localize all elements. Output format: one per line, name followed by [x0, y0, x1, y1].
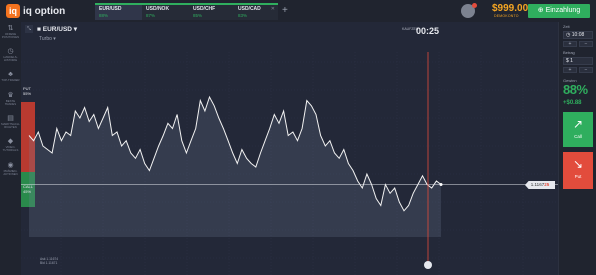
- put-sentiment-pct: 55%: [23, 91, 32, 96]
- logo[interactable]: iq iq option: [6, 4, 65, 18]
- app-window: iq iq option EUR/USD 88% ✕ USD/NOK 87% ✕…: [0, 0, 596, 275]
- asset-selector[interactable]: ■ EUR/USD ▾: [37, 25, 77, 33]
- time-decrease-button[interactable]: −: [579, 41, 593, 47]
- chart-down-icon: ↘: [572, 157, 584, 171]
- sidebar-item-best-trades[interactable]: ♛ BESTE TRADES: [0, 92, 21, 106]
- sidebar-item-history[interactable]: ◷ HANDELS-HISTORIE: [0, 48, 21, 62]
- sidebar-item-top-traders[interactable]: ♣ TOP-TRADER: [0, 71, 21, 82]
- put-button[interactable]: ↘ Put: [563, 152, 593, 189]
- sidebar-item-open-positions[interactable]: ⇅ OFFENE POSITIONEN: [0, 25, 21, 39]
- top-bar: iq iq option EUR/USD 88% ✕ USD/NOK 87% ✕…: [0, 0, 596, 23]
- amount-decrease-button[interactable]: −: [579, 67, 593, 73]
- sidebar-item-label: OFFENE POSITIONEN: [1, 32, 20, 39]
- tab-name: USD/CAD: [238, 6, 261, 12]
- current-price-dot: [439, 183, 443, 186]
- tab-usdcad[interactable]: USD/CAD 83% ✕: [234, 3, 278, 20]
- amount-label: Betrag: [563, 50, 575, 55]
- profit-amount: +$0.88: [563, 100, 582, 106]
- profit-percent: 88%: [563, 82, 588, 97]
- sidebar-item-promotions[interactable]: ◉ PRÄMIEN-AKTIONEN: [0, 162, 21, 176]
- chart-up-icon: ↗: [572, 117, 584, 131]
- price-main: 1.1167: [530, 182, 545, 187]
- logo-icon: iq: [6, 4, 20, 18]
- asset-name: EUR/USD: [42, 26, 72, 33]
- amount-increase-button[interactable]: +: [563, 67, 577, 73]
- call-button-label: Call: [574, 134, 582, 139]
- sidebar-item-label: PRÄMIEN-AKTIONEN: [3, 169, 18, 176]
- call-sentiment: CALL 45%: [23, 184, 33, 194]
- chevron-down-icon: ▾: [72, 26, 78, 33]
- deposit-label: Einzahlung: [545, 7, 581, 14]
- logo-text: iq option: [23, 5, 66, 17]
- sidebar-item-label: VIDEO-TUTORIALS: [2, 145, 19, 152]
- sidebar-item-label: TOP-TRADER: [1, 78, 20, 82]
- sidebar: ⇅ OFFENE POSITIONEN ◷ HANDELS-HISTORIE ♣…: [0, 22, 22, 275]
- call-button[interactable]: ↗ Call: [563, 112, 593, 147]
- sidebar-item-news[interactable]: ▤ MARKTNACH-RICHTEN: [0, 115, 21, 129]
- balance-value[interactable]: $999.00: [492, 3, 528, 14]
- put-button-label: Put: [574, 174, 582, 179]
- current-price-tag: 1.116725: [525, 181, 555, 189]
- expiry-marker: [424, 261, 432, 269]
- balance-label: DEMOKONTO: [494, 14, 519, 18]
- expand-icon[interactable]: ⤡: [25, 25, 33, 33]
- price-chart[interactable]: [21, 22, 558, 275]
- time-increase-button[interactable]: +: [563, 41, 577, 47]
- put-sentiment: PUT 55%: [23, 86, 31, 96]
- trade-panel: Zeit ◷ 10:08 + − Betrag $ 1 + − Gewinn 8…: [558, 22, 596, 275]
- sidebar-item-label: BESTE TRADES: [4, 99, 17, 106]
- price-last-digits: 25: [544, 182, 550, 187]
- time-label: Zeit: [563, 24, 570, 29]
- add-tab-button[interactable]: +: [282, 5, 288, 16]
- tab-payout: 83%: [238, 13, 248, 18]
- plus-icon: ⊕: [537, 7, 546, 14]
- sidebar-item-tutorials[interactable]: ◆ VIDEO-TUTORIALS: [0, 138, 21, 152]
- deposit-button[interactable]: ⊕ Einzahlung: [528, 4, 590, 18]
- chevron-down-icon: ▾: [51, 36, 56, 42]
- close-tab-icon[interactable]: ✕: [271, 6, 275, 12]
- instrument-type-label: Turbo: [39, 36, 52, 42]
- chart-canvas[interactable]: [21, 22, 558, 275]
- expiry-time-value: 10:08: [571, 32, 585, 38]
- expiry-time-field[interactable]: ◷ 10:08: [563, 31, 593, 39]
- timer-value: 00:25: [416, 26, 440, 36]
- notification-badge: [472, 3, 477, 8]
- bid-price: Bid 1.11671: [40, 261, 58, 266]
- amount-field[interactable]: $ 1: [563, 57, 593, 65]
- quote-info: Ask 1.11674 Bid 1.11671: [40, 257, 58, 266]
- call-sentiment-pct: 45%: [23, 189, 32, 194]
- sidebar-item-label: MARKTNACH-RICHTEN: [1, 122, 20, 129]
- instrument-type[interactable]: Turbo ▾: [39, 36, 56, 42]
- sidebar-item-label: HANDELS-HISTORIE: [3, 55, 18, 62]
